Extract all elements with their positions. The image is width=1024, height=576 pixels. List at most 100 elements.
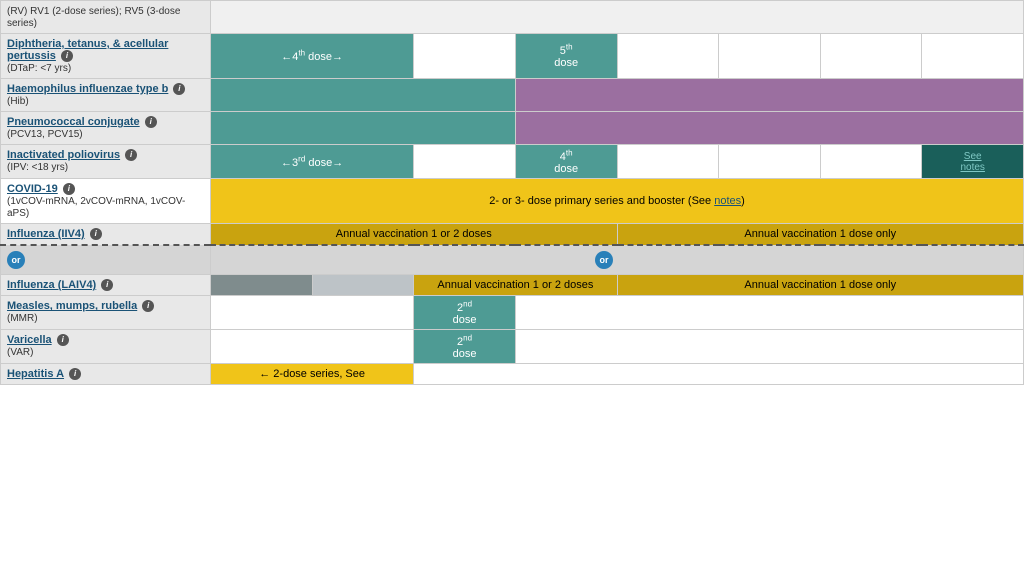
var-2nd: 2nddose (414, 329, 516, 363)
row-pcv: Pneumococcal conjugate i (PCV13, PCV15) (1, 112, 1024, 145)
vaccine-cell-laiv4: Influenza (LAIV4) i (1, 275, 211, 296)
ipv-sub: (IPV: <18 yrs) (7, 162, 68, 173)
hepa-col1: ← 2-dose series, See (211, 363, 414, 384)
mmr-link[interactable]: Measles, mumps, rubella (7, 300, 137, 312)
dtap-col8 (922, 34, 1024, 79)
mmr-col1 (211, 296, 414, 330)
dtap-col4: 5thdose (515, 34, 617, 79)
dtap-col5 (617, 34, 719, 79)
iiv4-right-text: Annual vaccination 1 dose only (744, 228, 896, 240)
dtap-col7 (820, 34, 922, 79)
vaccine-cell-covid: COVID-19 i (1vCOV-mRNA, 2vCOV-mRNA, 1vCO… (1, 178, 211, 223)
dtap-5th: 5thdose (554, 45, 578, 69)
laiv4-link[interactable]: Influenza (LAIV4) (7, 279, 96, 291)
pcv-info-icon[interactable]: i (145, 116, 157, 128)
ipv-col8: Seenotes (922, 145, 1024, 179)
row-mmr: Measles, mumps, rubella i (MMR) 2nddose (1, 296, 1024, 330)
row-ipv: Inactivated poliovirus i (IPV: <18 yrs) … (1, 145, 1024, 179)
hib-teal (211, 79, 516, 112)
dtap-info-icon[interactable]: i (61, 50, 73, 62)
ipv-col3 (414, 145, 516, 179)
laiv4-col1 (211, 275, 313, 296)
covid-notes-link[interactable]: notes (714, 195, 741, 207)
vaccine-cell-var: Varicella i (VAR) (1, 329, 211, 363)
dtap-col1: ←4th dose→ (211, 34, 414, 79)
vaccine-name-rv: (RV) RV1 (2-dose series); RV5 (3-dose se… (7, 6, 180, 29)
mmr-info-icon[interactable]: i (142, 300, 154, 312)
hepa-link[interactable]: Hepatitis A (7, 368, 64, 380)
ipv-see-notes[interactable]: Seenotes (960, 151, 984, 173)
iiv4-right: Annual vaccination 1 dose only (617, 224, 1024, 246)
iiv4-left-text: Annual vaccination 1 or 2 doses (336, 228, 492, 240)
hepa-2dose-text: ← 2-dose series, See (259, 368, 365, 380)
pcv-sub: (PCV13, PCV15) (7, 129, 83, 140)
pcv-purple (515, 112, 1023, 145)
hib-info-icon[interactable]: i (173, 83, 185, 95)
laiv4-info-icon[interactable]: i (101, 279, 113, 291)
dtap-arrow4: ←4th dose→ (281, 51, 343, 63)
row-hib: Haemophilus influenzae type b i (Hib) (1, 79, 1024, 112)
row-laiv4: Influenza (LAIV4) i Annual vaccination 1… (1, 275, 1024, 296)
laiv4-center: Annual vaccination 1 or 2 doses (414, 275, 617, 296)
iiv4-info-icon[interactable]: i (90, 228, 102, 240)
hib-purple (515, 79, 1023, 112)
ipv-link[interactable]: Inactivated poliovirus (7, 149, 120, 161)
or-separator: or (1, 245, 211, 275)
ipv-col6 (719, 145, 821, 179)
or-badge-right: or (595, 251, 613, 269)
ipv-col5 (617, 145, 719, 179)
row-var: Varicella i (VAR) 2nddose (1, 329, 1024, 363)
vaccine-cell-iiv4: Influenza (IIV4) i (1, 224, 211, 246)
laiv4-center-text: Annual vaccination 1 or 2 doses (437, 279, 593, 291)
pcv-link[interactable]: Pneumococcal conjugate (7, 116, 140, 128)
var-col3 (515, 329, 1023, 363)
hib-link[interactable]: Haemophilus influenzae type b (7, 83, 168, 95)
ipv-arrow3: ←3rd dose→ (281, 157, 343, 169)
laiv4-right-text: Annual vaccination 1 dose only (744, 279, 896, 291)
vaccination-schedule-table: (RV) RV1 (2-dose series); RV5 (3-dose se… (0, 0, 1024, 385)
ipv-col4: 4thdose (515, 145, 617, 179)
hepa-col2 (414, 363, 1024, 384)
covid-schedule: 2- or 3- dose primary series and booster… (211, 178, 1024, 223)
dtap-col3 (414, 34, 516, 79)
row-hepa: Hepatitis A i ← 2-dose series, See (1, 363, 1024, 384)
vaccine-cell-ipv: Inactivated poliovirus i (IPV: <18 yrs) (1, 145, 211, 179)
mmr-2nd-dose: 2nddose (453, 302, 477, 326)
vaccine-cell-mmr: Measles, mumps, rubella i (MMR) (1, 296, 211, 330)
ipv-col7 (820, 145, 922, 179)
vaccine-cell-hepa: Hepatitis A i (1, 363, 211, 384)
ipv-info-icon[interactable]: i (125, 149, 137, 161)
var-info-icon[interactable]: i (57, 334, 69, 346)
vaccine-cell-hib: Haemophilus influenzae type b i (Hib) (1, 79, 211, 112)
var-sub: (VAR) (7, 347, 33, 358)
dtap-col6 (719, 34, 821, 79)
mmr-col3 (515, 296, 1023, 330)
vaccine-cell-rv: (RV) RV1 (2-dose series); RV5 (3-dose se… (1, 1, 211, 34)
rv-schedule (211, 1, 1024, 34)
covid-link[interactable]: COVID-19 (7, 183, 58, 195)
dtap-sub: (DTaP: <7 yrs) (7, 63, 71, 74)
vaccine-cell-dtap: Diphtheria, tetanus, & acellular pertuss… (1, 34, 211, 79)
var-col1 (211, 329, 414, 363)
laiv4-col2 (312, 275, 414, 296)
pcv-teal (211, 112, 516, 145)
row-dtap: Diphtheria, tetanus, & acellular pertuss… (1, 34, 1024, 79)
var-2nd-dose: 2nddose (453, 336, 477, 360)
var-link[interactable]: Varicella (7, 334, 52, 346)
row-iiv4: Influenza (IIV4) i Annual vaccination 1 … (1, 224, 1024, 246)
row-covid: COVID-19 i (1vCOV-mRNA, 2vCOV-mRNA, 1vCO… (1, 178, 1024, 223)
or-badge: or (7, 251, 25, 269)
ipv-col1: ←3rd dose→ (211, 145, 414, 179)
iiv4-link[interactable]: Influenza (IIV4) (7, 228, 85, 240)
mmr-2nd: 2nddose (414, 296, 516, 330)
or-row-cells: or (211, 245, 1024, 275)
laiv4-right: Annual vaccination 1 dose only (617, 275, 1024, 296)
dtap-link[interactable]: Diphtheria, tetanus, & acellular pertuss… (7, 38, 168, 62)
vaccine-cell-pcv: Pneumococcal conjugate i (PCV13, PCV15) (1, 112, 211, 145)
hib-sub: (Hib) (7, 96, 29, 107)
ipv-4th: 4thdose (554, 151, 578, 175)
mmr-sub: (MMR) (7, 313, 38, 324)
hepa-info-icon[interactable]: i (69, 368, 81, 380)
iiv4-left: Annual vaccination 1 or 2 doses (211, 224, 618, 246)
covid-info-icon[interactable]: i (63, 183, 75, 195)
